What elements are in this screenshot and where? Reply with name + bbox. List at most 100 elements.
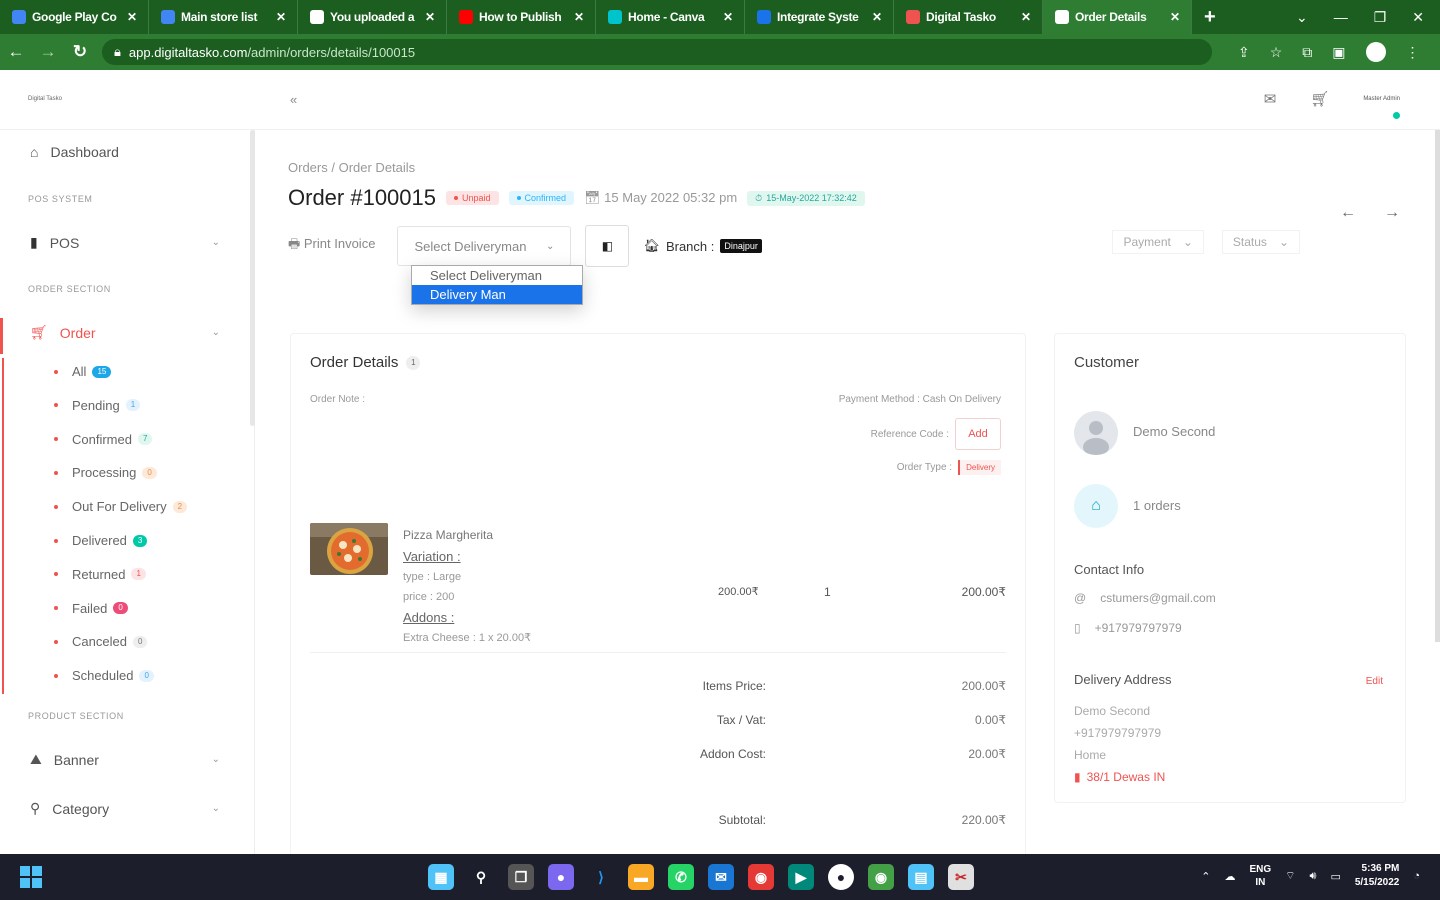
- sidebar-subitem-scheduled[interactable]: Scheduled 0: [54, 668, 154, 683]
- reload-icon[interactable]: ↻: [64, 42, 96, 62]
- mail-icon[interactable]: ✉︎: [708, 864, 734, 890]
- sidebar-subitem-processing[interactable]: Processing 0: [54, 465, 157, 480]
- browser-tab[interactable]: Digital Tasko ✕: [894, 0, 1043, 34]
- close-tab-icon[interactable]: ✕: [1020, 10, 1032, 24]
- chrome-icon[interactable]: ◉: [748, 864, 774, 890]
- sidebar-subitem-canceled[interactable]: Canceled 0: [54, 634, 148, 649]
- breadcrumb-orders[interactable]: Orders: [288, 160, 328, 175]
- vscode-icon[interactable]: ⟩: [588, 864, 614, 890]
- task-view-icon[interactable]: ❐: [508, 864, 534, 890]
- customer-name[interactable]: Demo Second: [1133, 424, 1215, 439]
- section-title-pos: POS SYSTEM: [28, 194, 93, 204]
- browser-tab[interactable]: How to Publish ✕: [447, 0, 596, 34]
- next-order-icon[interactable]: →: [1384, 204, 1400, 222]
- sidebar-scrollbar[interactable]: [250, 130, 255, 426]
- file-explorer-icon[interactable]: ▬: [628, 864, 654, 890]
- sidebar-item-order[interactable]: 🛒︎ Order ⌄: [30, 324, 220, 341]
- search-icon[interactable]: ⚲: [468, 864, 494, 890]
- sidebar-subitem-delivered[interactable]: Delivered 3: [54, 533, 148, 548]
- previous-order-icon[interactable]: ←: [1340, 204, 1356, 222]
- variation-type: type : Large: [403, 571, 462, 583]
- obs-icon[interactable]: ●: [828, 864, 854, 890]
- sidepanel-icon[interactable]: ▣: [1332, 44, 1345, 61]
- browser-tab[interactable]: Integrate Syste ✕: [745, 0, 894, 34]
- bullet-icon: [54, 572, 58, 577]
- add-reference-button[interactable]: Add: [955, 418, 1001, 450]
- language-indicator[interactable]: ENG IN: [1249, 863, 1271, 889]
- url-path: /admin/orders/details/100015: [247, 44, 416, 60]
- tab-search-icon[interactable]: ⌄: [1296, 9, 1308, 26]
- sidebar-item-dashboard[interactable]: ⌂ Dashboard: [30, 144, 220, 160]
- widgets-icon[interactable]: ▦: [428, 864, 454, 890]
- sidebar-item-category[interactable]: ⚲ Category ⌄: [30, 800, 220, 817]
- windows-start-icon[interactable]: [20, 866, 42, 888]
- snipping-tool-icon[interactable]: ✂: [948, 864, 974, 890]
- cart-icon[interactable]: 🛒︎: [1310, 90, 1329, 108]
- notepad-icon[interactable]: ▤: [908, 864, 934, 890]
- branch-tag: Dinajpur: [720, 239, 762, 253]
- sidebar-item-pos[interactable]: ▮ POS ⌄: [30, 234, 220, 251]
- bookmark-star-icon[interactable]: ☆: [1270, 44, 1283, 61]
- tray-chevron-icon[interactable]: ⌃: [1201, 870, 1210, 883]
- close-window-icon[interactable]: ✕: [1412, 9, 1424, 26]
- sidebar-subitem-pending[interactable]: Pending 1: [54, 398, 141, 413]
- chevron-down-icon: ⌄: [211, 803, 220, 814]
- teams-chat-icon[interactable]: ●: [548, 864, 574, 890]
- variation-label: Variation :: [403, 549, 461, 564]
- wifi-icon[interactable]: ⌔: [1285, 869, 1295, 883]
- sidebar-collapse-button[interactable]: «: [290, 92, 297, 107]
- terminal-icon[interactable]: ▶: [788, 864, 814, 890]
- minimize-icon[interactable]: —: [1334, 9, 1348, 25]
- browser-tab[interactable]: Main store list ✕: [149, 0, 298, 34]
- reference-code: Reference Code : Add: [871, 418, 1001, 450]
- close-tab-icon[interactable]: ✕: [722, 10, 734, 24]
- close-tab-icon[interactable]: ✕: [573, 10, 585, 24]
- app-logo[interactable]: Digital Tasko: [28, 96, 62, 102]
- maximize-icon[interactable]: ❐: [1374, 9, 1387, 26]
- close-tab-icon[interactable]: ✕: [275, 10, 287, 24]
- browser-tab[interactable]: Home - Canva ✕: [596, 0, 745, 34]
- sidebar-subitem-all[interactable]: All 15: [54, 364, 112, 379]
- new-tab-button[interactable]: +: [1192, 6, 1228, 29]
- clock[interactable]: 5:36 PM 5/15/2022: [1355, 862, 1400, 890]
- map-button[interactable]: ◧: [585, 225, 630, 267]
- sidebar-subitem-confirmed[interactable]: Confirmed 7: [54, 432, 153, 447]
- notification-icon[interactable]: ◔: [1413, 870, 1420, 882]
- user-menu[interactable]: Master Admin: [1363, 96, 1400, 119]
- sidebar-subitem-out-for-delivery[interactable]: Out For Delivery 2: [54, 499, 188, 514]
- edit-address-link[interactable]: Edit: [1366, 676, 1383, 687]
- whatsapp-icon[interactable]: ✆: [668, 864, 694, 890]
- close-tab-icon[interactable]: ✕: [871, 10, 883, 24]
- sidebar-subitem-failed[interactable]: Failed 0: [54, 601, 128, 616]
- browser-tab[interactable]: Order Details ✕: [1043, 0, 1192, 34]
- status-filter[interactable]: Status ⌄: [1221, 230, 1300, 254]
- browser-tab[interactable]: You uploaded a ✕: [298, 0, 447, 34]
- sidebar-item-banner[interactable]: ⛰︎ Banner ⌄: [30, 751, 220, 768]
- dropdown-option-placeholder[interactable]: Select Deliveryman: [412, 266, 582, 285]
- print-invoice-button[interactable]: 🖶︎ Print Invoice: [288, 235, 375, 257]
- page-scrollbar[interactable]: [1435, 130, 1440, 642]
- volume-icon[interactable]: 🔊︎: [1310, 870, 1317, 883]
- profile-avatar[interactable]: [1365, 42, 1386, 62]
- bullet-icon: [54, 606, 58, 611]
- address-map-link[interactable]: ▮ 38/1 Dewas IN: [1074, 766, 1165, 788]
- close-tab-icon[interactable]: ✕: [1169, 10, 1181, 24]
- cloud-icon[interactable]: ☁︎: [1224, 870, 1235, 883]
- dropdown-option-delivery-man[interactable]: Delivery Man: [412, 285, 582, 304]
- share-icon[interactable]: ⇪: [1238, 44, 1250, 61]
- battery-icon[interactable]: ▭: [1330, 870, 1340, 883]
- chrome-active-icon[interactable]: ◉: [868, 864, 894, 890]
- close-tab-icon[interactable]: ✕: [126, 10, 138, 24]
- sidebar-item-label: Failed: [72, 600, 108, 616]
- payment-filter[interactable]: Payment ⌄: [1112, 230, 1204, 254]
- forward-icon[interactable]: →: [32, 42, 64, 62]
- sidebar-subitem-returned[interactable]: Returned 1: [54, 567, 146, 582]
- extensions-icon[interactable]: ⧉: [1302, 44, 1312, 61]
- browser-tab[interactable]: Google Play Co ✕: [0, 0, 149, 34]
- close-tab-icon[interactable]: ✕: [424, 10, 436, 24]
- browser-menu-icon[interactable]: ⋮: [1406, 44, 1420, 61]
- deliveryman-select[interactable]: Select Deliveryman ⌄: [397, 226, 572, 266]
- back-icon[interactable]: ←: [0, 42, 32, 62]
- url-field[interactable]: 🔒︎ app.digitaltasko.com/admin/orders/det…: [102, 39, 1212, 65]
- message-icon[interactable]: ✉︎: [1264, 90, 1277, 108]
